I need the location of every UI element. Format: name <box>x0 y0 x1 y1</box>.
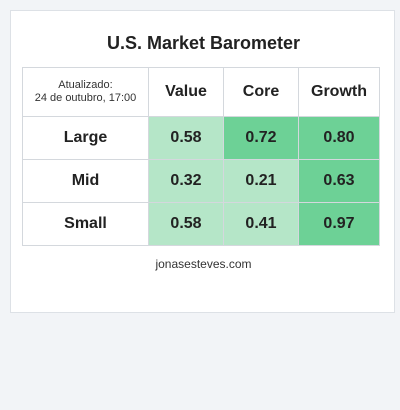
updated-cell: Atualizado: 24 de outubro, 17:00 <box>22 67 149 117</box>
barometer-title: U.S. Market Barometer <box>106 33 301 53</box>
column-header-growth: Growth <box>298 67 380 117</box>
row-large: Large 0.58 0.72 0.80 <box>22 116 380 160</box>
cell-mid-core: 0.21 <box>223 159 299 203</box>
cell-small-growth: 0.97 <box>298 202 380 246</box>
header-row: Atualizado: 24 de outubro, 17:00 Value C… <box>22 67 380 117</box>
updated-date: 24 de outubro, 17:00 <box>34 92 137 104</box>
cell-mid-growth: 0.63 <box>298 159 380 203</box>
row-small: Small 0.58 0.41 0.97 <box>22 202 380 246</box>
column-header-value: Value <box>148 67 224 117</box>
row-header-mid: Mid <box>22 159 149 203</box>
barometer-card: U.S. Market Barometer Atualizado: 24 de … <box>10 10 395 313</box>
cell-small-core: 0.41 <box>223 202 299 246</box>
cell-large-value: 0.58 <box>148 116 224 160</box>
cell-mid-value: 0.32 <box>148 159 224 203</box>
updated-label: Atualizado: <box>58 79 113 91</box>
column-header-core: Core <box>223 67 299 117</box>
row-mid: Mid 0.32 0.21 0.63 <box>22 159 380 203</box>
row-header-small: Small <box>22 202 149 246</box>
cell-small-value: 0.58 <box>148 202 224 246</box>
cell-large-growth: 0.80 <box>298 116 380 160</box>
row-header-large: Large <box>22 116 149 160</box>
footer-link-text: jonasesteves.com <box>155 257 252 271</box>
barometer-grid: Atualizado: 24 de outubro, 17:00 Value C… <box>22 67 380 246</box>
cell-large-core: 0.72 <box>223 116 299 160</box>
